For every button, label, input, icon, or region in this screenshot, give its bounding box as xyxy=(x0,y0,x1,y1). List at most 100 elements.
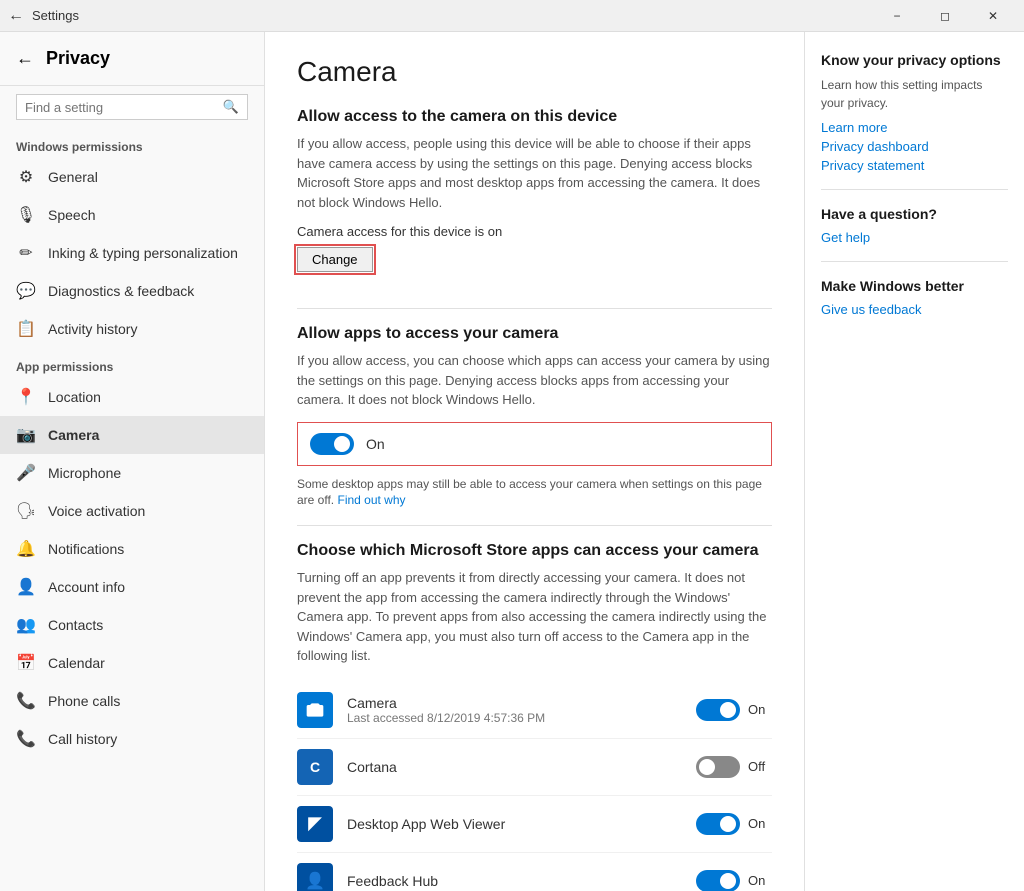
apps-section-desc: If you allow access, you can choose whic… xyxy=(297,351,772,410)
learn-more-link[interactable]: Learn more xyxy=(821,120,1008,135)
apps-toggle-row: On xyxy=(297,422,772,466)
make-windows-better-title: Make Windows better xyxy=(821,278,1008,294)
search-box[interactable]: 🔍 xyxy=(16,94,248,120)
apps-toggle[interactable] xyxy=(310,433,354,455)
cortana-app-icon: C xyxy=(297,749,333,785)
divider-1 xyxy=(297,308,772,309)
sidebar-item-phone-calls[interactable]: 📞 Phone calls xyxy=(0,682,264,720)
sidebar-item-account-info[interactable]: 👤 Account info xyxy=(0,568,264,606)
desktop-app-toggle-area: On xyxy=(696,813,772,835)
feedback-hub-toggle[interactable] xyxy=(696,870,740,891)
sidebar-back-button[interactable]: ← Privacy xyxy=(0,40,264,77)
sidebar-item-calendar-label: Calendar xyxy=(48,655,105,671)
sidebar-app-title: Privacy xyxy=(46,48,110,69)
feedback-hub-info: Feedback Hub xyxy=(347,873,682,889)
desktop-app-name: Desktop App Web Viewer xyxy=(347,816,682,832)
feedback-hub-toggle-area: On xyxy=(696,870,772,891)
sidebar-item-activity[interactable]: 📋 Activity history xyxy=(0,310,264,348)
cortana-app-toggle[interactable] xyxy=(696,756,740,778)
privacy-dashboard-link[interactable]: Privacy dashboard xyxy=(821,139,1008,154)
know-privacy-desc: Learn how this setting impacts your priv… xyxy=(821,76,1008,112)
diagnostics-icon: 💬 xyxy=(16,281,36,301)
camera-toggle-label: On xyxy=(748,702,772,717)
apps-toggle-label: On xyxy=(366,436,385,452)
sidebar-item-location[interactable]: 📍 Location xyxy=(0,378,264,416)
sidebar-item-phone-calls-label: Phone calls xyxy=(48,693,120,709)
restore-button[interactable]: ◻ xyxy=(922,0,968,32)
device-section-desc: If you allow access, people using this d… xyxy=(297,134,772,212)
sidebar-item-voice-activation[interactable]: 🗣 Voice activation xyxy=(0,492,264,530)
camera-app-sub: Last accessed 8/12/2019 4:57:36 PM xyxy=(347,711,682,725)
app-row-cortana: C Cortana Off xyxy=(297,739,772,796)
give-feedback-link[interactable]: Give us feedback xyxy=(821,302,1008,317)
camera-icon: 📷 xyxy=(16,425,36,445)
feedback-hub-icon: 👤 xyxy=(297,863,333,891)
sidebar-item-speech[interactable]: 🎙 Speech xyxy=(0,196,264,234)
store-section-title: Choose which Microsoft Store apps can ac… xyxy=(297,542,772,560)
sidebar-item-camera-label: Camera xyxy=(48,427,99,443)
sidebar: ← Privacy 🔍 Windows permissions ⚙ Genera… xyxy=(0,32,265,891)
sidebar-item-notifications[interactable]: 🔔 Notifications xyxy=(0,530,264,568)
right-panel: Know your privacy options Learn how this… xyxy=(804,32,1024,891)
camera-app-toggle[interactable] xyxy=(696,699,740,721)
sidebar-item-voice-activation-label: Voice activation xyxy=(48,503,145,519)
sidebar-item-location-label: Location xyxy=(48,389,101,405)
contacts-icon: 👥 xyxy=(16,615,36,635)
title-bar-controls: − ◻ ✕ xyxy=(874,0,1016,32)
sidebar-nav-top: ← Privacy xyxy=(0,32,264,86)
speech-icon: 🎙 xyxy=(16,205,36,225)
desktop-app-toggle[interactable] xyxy=(696,813,740,835)
windows-permissions-section: Windows permissions ⚙ General 🎙 Speech ✏… xyxy=(0,128,264,348)
search-input[interactable] xyxy=(25,100,223,115)
sidebar-item-general-label: General xyxy=(48,169,98,185)
apps-section: Allow apps to access your camera If you … xyxy=(297,325,772,509)
desktop-app-icon: ◤ xyxy=(297,806,333,842)
sidebar-item-calendar[interactable]: 📅 Calendar xyxy=(0,644,264,682)
change-button[interactable]: Change xyxy=(297,247,373,272)
find-out-why-link[interactable]: Find out why xyxy=(337,493,405,507)
divider-2 xyxy=(297,525,772,526)
store-apps-section: Choose which Microsoft Store apps can ac… xyxy=(297,542,772,891)
cortana-toggle-label: Off xyxy=(748,759,772,774)
phone-calls-icon: 📞 xyxy=(16,691,36,711)
title-bar-title: Settings xyxy=(32,8,79,23)
close-button[interactable]: ✕ xyxy=(970,0,1016,32)
calendar-icon: 📅 xyxy=(16,653,36,673)
apps-toggle-thumb xyxy=(334,436,350,452)
device-status-text: Camera access for this device is on xyxy=(297,224,772,239)
camera-app-name: Camera xyxy=(347,695,682,711)
sidebar-item-account-info-label: Account info xyxy=(48,579,125,595)
desktop-toggle-thumb xyxy=(720,816,736,832)
camera-toggle-thumb xyxy=(720,702,736,718)
call-history-icon: 📞 xyxy=(16,729,36,749)
sidebar-item-microphone[interactable]: 🎤 Microphone xyxy=(0,454,264,492)
sidebar-item-diagnostics-label: Diagnostics & feedback xyxy=(48,283,194,299)
sidebar-item-camera[interactable]: 📷 Camera xyxy=(0,416,264,454)
sidebar-item-inking[interactable]: ✏ Inking & typing personalization xyxy=(0,234,264,272)
privacy-statement-link[interactable]: Privacy statement xyxy=(821,158,1008,173)
apps-section-title: Allow apps to access your camera xyxy=(297,325,772,343)
right-divider-2 xyxy=(821,261,1008,262)
sidebar-item-microphone-label: Microphone xyxy=(48,465,121,481)
camera-app-toggle-area: On xyxy=(696,699,772,721)
back-arrow-icon[interactable]: ← xyxy=(8,7,24,25)
sidebar-item-general[interactable]: ⚙ General xyxy=(0,158,264,196)
sidebar-item-call-history[interactable]: 📞 Call history xyxy=(0,720,264,758)
general-icon: ⚙ xyxy=(16,167,36,187)
activity-icon: 📋 xyxy=(16,319,36,339)
app-permissions-section: App permissions 📍 Location 📷 Camera 🎤 Mi… xyxy=(0,348,264,758)
inking-icon: ✏ xyxy=(16,243,36,263)
feedback-toggle-label: On xyxy=(748,873,772,888)
minimize-button[interactable]: − xyxy=(874,0,920,32)
feedback-hub-name: Feedback Hub xyxy=(347,873,682,889)
cortana-toggle-thumb xyxy=(699,759,715,775)
camera-app-info: Camera Last accessed 8/12/2019 4:57:36 P… xyxy=(347,695,682,725)
title-bar: ← Settings − ◻ ✕ xyxy=(0,0,1024,32)
account-info-icon: 👤 xyxy=(16,577,36,597)
camera-app-icon xyxy=(297,692,333,728)
sidebar-item-contacts-label: Contacts xyxy=(48,617,103,633)
get-help-link[interactable]: Get help xyxy=(821,230,1008,245)
sidebar-item-contacts[interactable]: 👥 Contacts xyxy=(0,606,264,644)
sidebar-item-diagnostics[interactable]: 💬 Diagnostics & feedback xyxy=(0,272,264,310)
app-container: ← Privacy 🔍 Windows permissions ⚙ Genera… xyxy=(0,32,1024,891)
